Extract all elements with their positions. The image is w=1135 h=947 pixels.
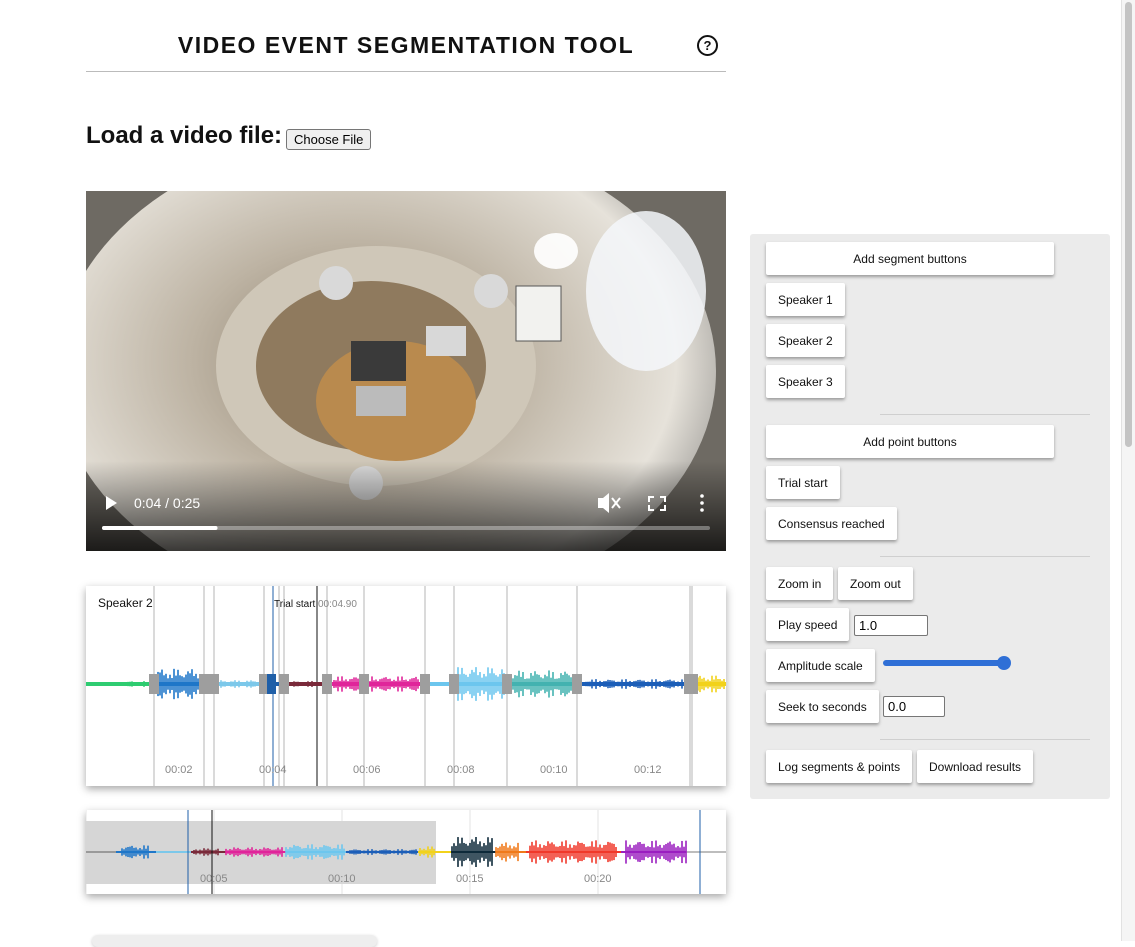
page-title: VIDEO EVENT SEGMENTATION TOOL [177,32,635,58]
divider [880,556,1090,557]
add-segment-buttons-button[interactable]: Add segment buttons [766,242,1054,275]
cursor-time: 00:04.90 [318,599,357,610]
zoom-waveform[interactable]: Speaker 2 Trial start 00:04.90 00:02 00:… [86,586,726,786]
consensus-reached-button[interactable]: Consensus reached [766,507,897,540]
speaker-2-button[interactable]: Speaker 2 [766,324,845,357]
download-results-button[interactable]: Download results [917,750,1034,783]
tick-label: 00:02 [165,764,193,776]
video-frame: 0:04 / 0:25 [86,191,726,551]
amplitude-slider[interactable] [883,660,1003,666]
trial-start-button[interactable]: Trial start [766,466,840,499]
tick-label: 00:08 [447,764,475,776]
video-player[interactable]: 0:04 / 0:25 [86,191,726,551]
help-icon[interactable]: ? [697,35,718,56]
load-video-label: Load a video file: [86,122,283,149]
bottom-control-stub[interactable] [92,935,377,947]
tick-label: 00:10 [540,764,568,776]
divider [880,414,1090,415]
choose-file-button[interactable]: Choose File [286,129,372,150]
zoom-out-button[interactable]: Zoom out [838,567,913,600]
log-segments-button[interactable]: Log segments & points [766,750,913,783]
play-speed-button[interactable]: Play speed [766,608,850,641]
title-divider [86,71,726,72]
seek-to-seconds-button[interactable]: Seek to seconds [766,690,879,723]
speaker-1-button[interactable]: Speaker 1 [766,283,845,316]
add-point-buttons-button[interactable]: Add point buttons [766,425,1054,458]
play-speed-input[interactable] [854,615,928,636]
tick-label: 00:06 [353,764,381,776]
overview-tick-label: 00:05 [200,873,228,885]
amplitude-scale-button[interactable]: Amplitude scale [766,649,875,682]
segment-label: Speaker 2 [98,596,153,610]
control-panel: Add segment buttons Speaker 1 Speaker 2 … [750,234,1110,799]
zoom-in-button[interactable]: Zoom in [766,567,834,600]
divider [880,739,1090,740]
point-label: Trial start [274,599,316,610]
overview-tick-label: 00:10 [328,873,356,885]
scrollbar-thumb[interactable] [1125,2,1132,447]
more-options-icon[interactable] [700,494,704,512]
seek-seconds-input[interactable] [883,696,945,717]
video-time: 0:04 / 0:25 [134,495,200,511]
overview-tick-label: 00:15 [456,873,484,885]
overview-waveform[interactable]: 00:05 00:10 00:15 00:20 [85,810,726,894]
tick-label: 00:04 [259,764,287,776]
video-progress-fill [102,526,218,530]
amplitude-slider-thumb[interactable] [997,656,1011,670]
tick-label: 00:12 [634,764,662,776]
overview-tick-label: 00:20 [584,873,612,885]
speaker-3-button[interactable]: Speaker 3 [766,365,845,398]
